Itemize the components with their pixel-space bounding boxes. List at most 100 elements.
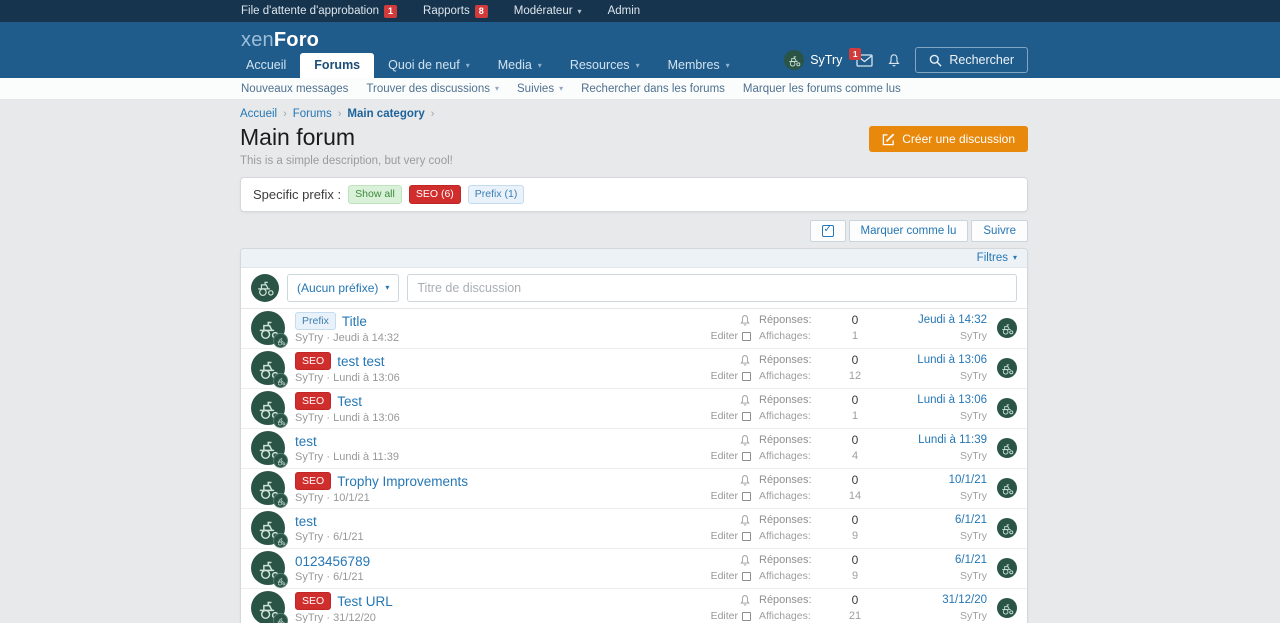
prefix-select-dropdown[interactable]: (Aucun préfixe) [287, 274, 399, 302]
approval-queue-link[interactable]: File d'attente d'approbation 1 [241, 5, 397, 18]
watch-bell-icon[interactable] [739, 594, 751, 607]
thread-select-checkbox[interactable] [742, 412, 751, 421]
thread-byline[interactable]: SyTry · Lundi à 13:06 [295, 372, 711, 384]
last-post-author[interactable]: SyTry [960, 450, 987, 462]
filters-menu[interactable]: Filtres [977, 252, 1017, 264]
thread-select-checkbox[interactable] [742, 492, 751, 501]
tab-whats-new[interactable]: Quoi de neuf [374, 53, 484, 78]
thread-byline[interactable]: SyTry · Jeudi à 14:32 [295, 332, 711, 344]
subnav-watched[interactable]: Suivies [517, 83, 563, 95]
thread-byline[interactable]: SyTry · Lundi à 11:39 [295, 451, 711, 463]
alerts-button[interactable] [887, 53, 901, 68]
thread-prefix-badge[interactable]: SEO [295, 392, 331, 411]
account-menu[interactable]: SyTry [784, 50, 842, 70]
last-poster-avatar[interactable] [997, 438, 1017, 458]
thread-title-link[interactable]: Test URL [337, 594, 393, 609]
subnav-mark-forums-read[interactable]: Marquer les forums comme lus [743, 83, 901, 95]
moderator-menu[interactable]: Modérateur [514, 5, 582, 17]
watch-bell-icon[interactable] [739, 434, 751, 447]
thread-title-link[interactable]: Title [342, 314, 367, 329]
last-post-date[interactable]: 31/12/20 [942, 594, 987, 606]
thread-title-link[interactable]: test [295, 514, 317, 529]
last-post-author[interactable]: SyTry [960, 530, 987, 542]
tab-home[interactable]: Accueil [232, 53, 300, 78]
thread-select-checkbox[interactable] [742, 572, 751, 581]
thread-prefix-badge[interactable]: SEO [295, 592, 331, 611]
last-post-author[interactable]: SyTry [960, 570, 987, 582]
thread-select-checkbox[interactable] [742, 372, 751, 381]
last-post-author[interactable]: SyTry [960, 610, 987, 622]
thread-starter-avatar[interactable] [251, 431, 285, 465]
thread-byline[interactable]: SyTry · 31/12/20 [295, 612, 711, 623]
last-poster-avatar[interactable] [997, 558, 1017, 578]
thread-title-link[interactable]: Test [337, 394, 362, 409]
thread-title-link[interactable]: Trophy Improvements [337, 474, 468, 489]
last-poster-avatar[interactable] [997, 598, 1017, 618]
thread-starter-avatar[interactable] [251, 471, 285, 505]
thread-byline[interactable]: SyTry · 10/1/21 [295, 492, 711, 504]
mark-read-button[interactable]: Marquer comme lu [849, 220, 969, 242]
last-poster-avatar[interactable] [997, 358, 1017, 378]
edit-thread-control[interactable]: Editer [711, 370, 751, 382]
edit-thread-control[interactable]: Editer [711, 570, 751, 582]
subnav-new-posts[interactable]: Nouveaux messages [241, 83, 348, 95]
thread-starter-avatar[interactable] [251, 511, 285, 545]
thread-byline[interactable]: SyTry · 6/1/21 [295, 531, 711, 543]
thread-prefix-badge[interactable]: SEO [295, 352, 331, 371]
watch-bell-icon[interactable] [739, 394, 751, 407]
admin-link[interactable]: Admin [608, 5, 641, 17]
watch-bell-icon[interactable] [739, 514, 751, 527]
last-post-date[interactable]: Jeudi à 14:32 [918, 314, 987, 326]
edit-thread-control[interactable]: Editer [711, 410, 751, 422]
thread-title-link[interactable]: 0123456789 [295, 554, 370, 569]
thread-select-checkbox[interactable] [742, 532, 751, 541]
site-logo[interactable]: xenForo [241, 29, 319, 52]
tab-media[interactable]: Media [484, 53, 556, 78]
create-thread-button[interactable]: Créer une discussion [869, 126, 1028, 152]
tab-members[interactable]: Membres [654, 53, 744, 78]
last-post-date[interactable]: 6/1/21 [955, 514, 987, 526]
subnav-find-threads[interactable]: Trouver des discussions [366, 83, 499, 95]
thread-starter-avatar[interactable] [251, 591, 285, 623]
last-post-author[interactable]: SyTry [960, 410, 987, 422]
thread-title-link[interactable]: test [295, 434, 317, 449]
last-post-date[interactable]: Lundi à 13:06 [917, 394, 987, 406]
follow-button[interactable]: Suivre [971, 220, 1028, 242]
thread-byline[interactable]: SyTry · 6/1/21 [295, 571, 711, 583]
prefix-prefix-badge[interactable]: Prefix (1) [468, 185, 525, 204]
prefix-show-all-badge[interactable]: Show all [348, 185, 402, 204]
last-post-date[interactable]: 10/1/21 [949, 474, 987, 486]
last-post-date[interactable]: Lundi à 13:06 [917, 354, 987, 366]
last-poster-avatar[interactable] [997, 478, 1017, 498]
last-post-date[interactable]: 6/1/21 [955, 554, 987, 566]
last-post-author[interactable]: SyTry [960, 330, 987, 342]
thread-select-checkbox[interactable] [742, 332, 751, 341]
last-post-author[interactable]: SyTry [960, 370, 987, 382]
thread-starter-avatar[interactable] [251, 351, 285, 385]
thread-title-link[interactable]: test test [337, 354, 384, 369]
breadcrumb-category[interactable]: Main category [347, 108, 424, 120]
breadcrumb-forums[interactable]: Forums [293, 108, 332, 120]
watch-bell-icon[interactable] [739, 314, 751, 327]
last-poster-avatar[interactable] [997, 518, 1017, 538]
watch-bell-icon[interactable] [739, 474, 751, 487]
watch-bell-icon[interactable] [739, 354, 751, 367]
thread-prefix-badge[interactable]: SEO [295, 472, 331, 491]
edit-thread-control[interactable]: Editer [711, 450, 751, 462]
select-all-button[interactable] [810, 220, 846, 242]
last-poster-avatar[interactable] [997, 318, 1017, 338]
tab-resources[interactable]: Resources [556, 53, 654, 78]
tab-forums[interactable]: Forums [300, 53, 374, 78]
reports-link[interactable]: Rapports 8 [423, 5, 488, 18]
thread-starter-avatar[interactable] [251, 551, 285, 585]
thread-title-input[interactable] [407, 274, 1017, 302]
last-post-date[interactable]: Lundi à 11:39 [918, 434, 987, 446]
subnav-search-forums[interactable]: Rechercher dans les forums [581, 83, 725, 95]
breadcrumb-home[interactable]: Accueil [240, 108, 277, 120]
watch-bell-icon[interactable] [739, 554, 751, 567]
edit-thread-control[interactable]: Editer [711, 490, 751, 502]
thread-select-checkbox[interactable] [742, 612, 751, 621]
thread-select-checkbox[interactable] [742, 452, 751, 461]
thread-prefix-badge[interactable]: Prefix [295, 312, 336, 331]
search-button[interactable]: Rechercher [915, 47, 1028, 73]
